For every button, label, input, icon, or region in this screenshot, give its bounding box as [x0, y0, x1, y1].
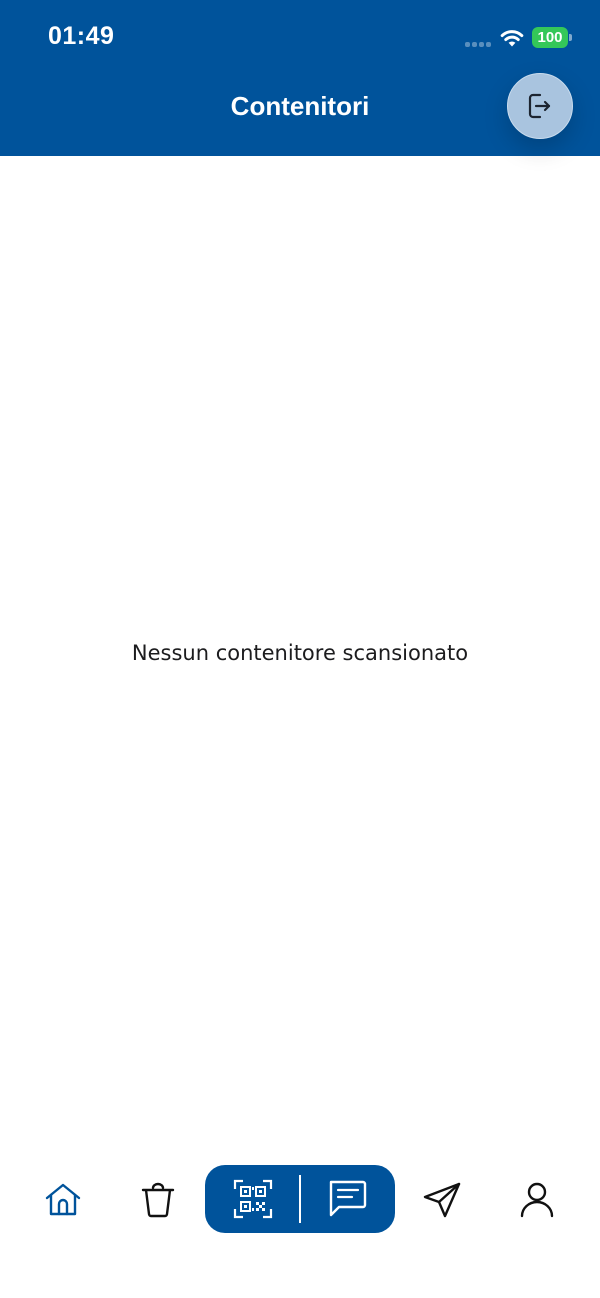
wifi-icon — [500, 30, 524, 47]
home-icon — [45, 1183, 81, 1216]
user-icon — [520, 1182, 554, 1218]
status-time: 01:49 — [48, 22, 115, 50]
empty-state-message: Nessun contenitore scansionato — [131, 641, 469, 665]
logout-button[interactable] — [507, 73, 573, 139]
scan-qr-button[interactable] — [218, 1169, 288, 1229]
scan-chat-pill — [205, 1165, 395, 1233]
trash-icon — [141, 1182, 175, 1218]
tab-profile[interactable] — [507, 1170, 567, 1230]
chat-button[interactable] — [312, 1169, 382, 1229]
chat-icon — [329, 1180, 367, 1217]
logout-icon — [528, 93, 551, 119]
app-header: 01:49 100 Contenitori — [0, 0, 600, 156]
tab-send[interactable] — [412, 1170, 472, 1230]
pill-divider — [299, 1175, 301, 1223]
send-icon — [423, 1182, 461, 1218]
bottom-tab-bar — [0, 1150, 600, 1250]
tab-home[interactable] — [33, 1170, 93, 1230]
tab-waste[interactable] — [128, 1170, 188, 1230]
battery-indicator: 100 — [532, 27, 572, 48]
cellular-signal-icon — [465, 42, 491, 47]
qr-code-icon — [233, 1179, 273, 1219]
